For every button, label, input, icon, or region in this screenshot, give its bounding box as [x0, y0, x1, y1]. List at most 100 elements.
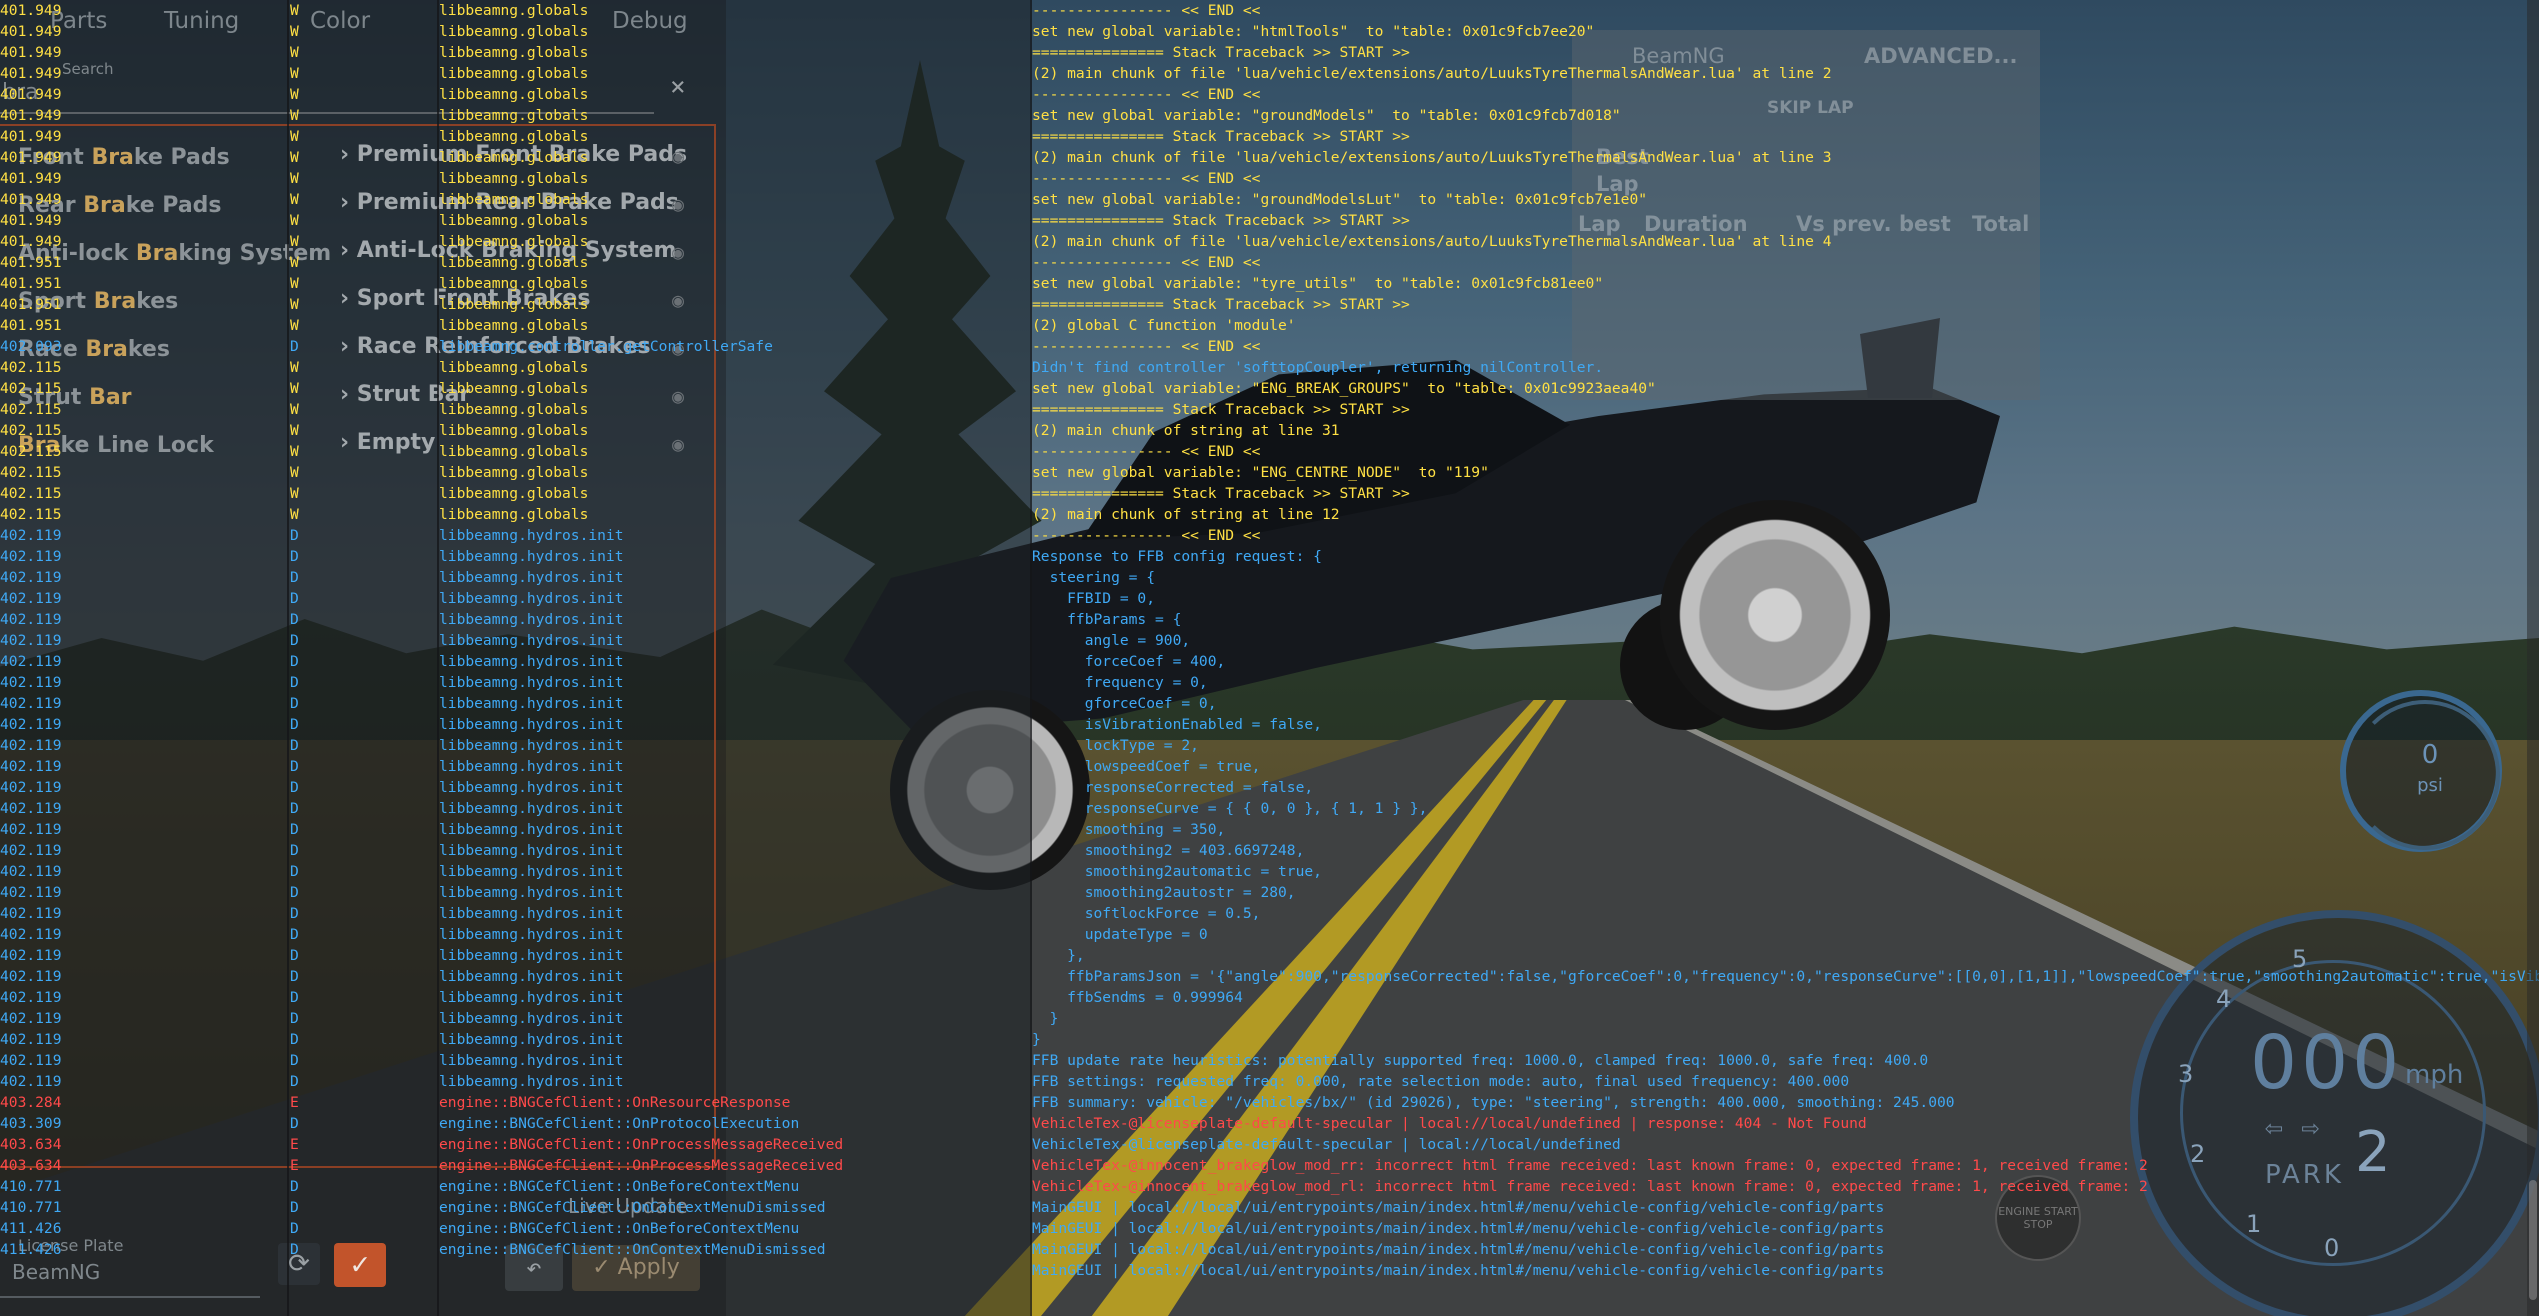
log-message[interactable]: =============== Stack Traceback >> START… — [1032, 294, 1410, 315]
log-timestamp: 401.949 — [0, 128, 62, 145]
log-row[interactable]: 402.119 Dlibbeamng.hydros.init — [0, 672, 2539, 693]
log-message[interactable]: responseCurve = { { 0, 0 }, { 1, 1 } }, — [1032, 798, 1428, 819]
log-row[interactable]: 402.119 Dlibbeamng.hydros.init — [0, 735, 2539, 756]
log-message[interactable]: responseCorrected = false, — [1032, 777, 1313, 798]
log-message[interactable]: (2) main chunk of file 'lua/vehicle/exte… — [1032, 63, 1832, 84]
log-message[interactable]: smoothing2 = 403.6697248, — [1032, 840, 1305, 861]
log-message[interactable]: VehicleTex-@innocent_brakeglow_mod_rr: i… — [1032, 1155, 2148, 1176]
log-message[interactable]: set new global variable: "groundModelsLu… — [1032, 189, 1647, 210]
log-message[interactable]: smoothing2automatic = true, — [1032, 861, 1322, 882]
log-message[interactable]: forceCoef = 400, — [1032, 651, 1226, 672]
log-message[interactable]: set new global variable: "htmlTools" to … — [1032, 21, 1594, 42]
log-message[interactable]: ---------------- << END << — [1032, 336, 1260, 357]
log-row[interactable]: 402.119 Dlibbeamng.hydros.init — [0, 1008, 2539, 1029]
log-message[interactable]: steering = { — [1032, 567, 1155, 588]
log-row[interactable]: 402.115 Wlibbeamng.globals — [0, 441, 2539, 462]
log-message[interactable]: set new global variable: "groundModels" … — [1032, 105, 1621, 126]
log-row[interactable]: 402.119 Dlibbeamng.hydros.init — [0, 1029, 2539, 1050]
log-level: D — [290, 968, 299, 985]
log-message[interactable]: =============== Stack Traceback >> START… — [1032, 399, 1410, 420]
log-message[interactable]: (2) main chunk of file 'lua/vehicle/exte… — [1032, 231, 1832, 252]
log-message[interactable]: FFB summary: vehicle: "/vehicles/bx/" (i… — [1032, 1092, 1955, 1113]
log-origin: libbeamng.globals — [439, 380, 589, 397]
log-message[interactable]: angle = 900, — [1032, 630, 1190, 651]
log-message[interactable]: lockType = 2, — [1032, 735, 1199, 756]
log-message[interactable]: (2) main chunk of string at line 12 — [1032, 504, 1340, 525]
log-message[interactable]: =============== Stack Traceback >> START… — [1032, 42, 1410, 63]
log-row[interactable]: 402.093 Dlibbeamng.controller.getControll… — [0, 336, 2539, 357]
log-message[interactable]: ---------------- << END << — [1032, 441, 1260, 462]
log-origin: libbeamng.hydros.init — [439, 926, 624, 943]
log-message[interactable]: ---------------- << END << — [1032, 84, 1260, 105]
log-row[interactable]: 401.949 Wlibbeamng.globals — [0, 84, 2539, 105]
log-message[interactable]: Response to FFB config request: { — [1032, 546, 1322, 567]
log-row[interactable]: 401.951 Wlibbeamng.globals — [0, 252, 2539, 273]
log-message[interactable]: MainGEUI | local://local/ui/entrypoints/… — [1032, 1239, 1884, 1260]
log-row[interactable]: 402.119 Dlibbeamng.hydros.init — [0, 525, 2539, 546]
log-level: D — [290, 653, 299, 670]
log-message[interactable]: ffbParams = { — [1032, 609, 1181, 630]
log-message[interactable]: ffbSendms = 0.999964 — [1032, 987, 1243, 1008]
log-message[interactable]: (2) main chunk of string at line 31 — [1032, 420, 1340, 441]
log-message[interactable]: ---------------- << END << — [1032, 0, 1260, 21]
log-row[interactable]: 402.119 Dlibbeamng.hydros.init — [0, 630, 2539, 651]
log-message[interactable]: smoothing2autostr = 280, — [1032, 882, 1296, 903]
log-message[interactable]: set new global variable: "ENG_CENTRE_NOD… — [1032, 462, 1489, 483]
log-message[interactable]: updateType = 0 — [1032, 924, 1208, 945]
log-message[interactable]: }, — [1032, 945, 1085, 966]
log-message[interactable]: =============== Stack Traceback >> START… — [1032, 483, 1410, 504]
log-message[interactable]: set new global variable: "tyre_utils" to… — [1032, 273, 1603, 294]
log-message[interactable]: lowspeedCoef = true, — [1032, 756, 1261, 777]
log-message[interactable]: set new global variable: "ENG_BREAK_GROU… — [1032, 378, 1656, 399]
log-message[interactable]: softlockForce = 0.5, — [1032, 903, 1261, 924]
log-message[interactable]: ---------------- << END << — [1032, 168, 1260, 189]
log-row[interactable]: 402.119 Dlibbeamng.hydros.init — [0, 903, 2539, 924]
log-level: D — [290, 527, 299, 544]
log-row[interactable]: 402.119 Dlibbeamng.hydros.init — [0, 588, 2539, 609]
log-message[interactable]: VehicleTex-@licenseplate-default-specula… — [1032, 1134, 1621, 1155]
log-row[interactable]: 402.119 Dlibbeamng.hydros.init — [0, 693, 2539, 714]
log-message[interactable]: VehicleTex-@innocent_brakeglow_mod_rl: i… — [1032, 1176, 2148, 1197]
log-row[interactable]: 402.119 Dlibbeamng.hydros.init — [0, 609, 2539, 630]
log-message[interactable]: =============== Stack Traceback >> START… — [1032, 126, 1410, 147]
log-message[interactable]: FFBID = 0, — [1032, 588, 1155, 609]
log-message[interactable]: MainGEUI | local://local/ui/entrypoints/… — [1032, 1197, 1884, 1218]
log-message[interactable]: isVibrationEnabled = false, — [1032, 714, 1322, 735]
log-row[interactable]: 401.949 Wlibbeamng.globals — [0, 168, 2539, 189]
log-level: D — [290, 926, 299, 943]
log-row[interactable]: 401.949 Wlibbeamng.globals — [0, 0, 2539, 21]
console-log[interactable]: 401.949 Wlibbeamng.globals 401.949 Wlibbeam… — [0, 0, 2539, 1316]
log-origin: libbeamng.globals — [439, 107, 589, 124]
log-row[interactable]: 402.119 Dlibbeamng.hydros.init — [0, 987, 2539, 1008]
log-message[interactable]: frequency = 0, — [1032, 672, 1208, 693]
log-row[interactable]: 402.119 Dlibbeamng.hydros.init — [0, 567, 2539, 588]
log-message[interactable]: ---------------- << END << — [1032, 252, 1260, 273]
log-message[interactable]: VehicleTex-@licenseplate-default-specula… — [1032, 1113, 1867, 1134]
log-row[interactable]: 402.119 Dlibbeamng.hydros.init — [0, 945, 2539, 966]
log-timestamp: 402.115 — [0, 506, 62, 523]
log-message[interactable]: Didn't find controller 'softtopCoupler',… — [1032, 357, 1603, 378]
log-message[interactable]: } — [1032, 1008, 1059, 1029]
log-level: E — [290, 1094, 299, 1111]
log-row[interactable]: 402.119 Dlibbeamng.hydros.init — [0, 924, 2539, 945]
log-message[interactable]: ffbParamsJson = '{"angle":900,"responseC… — [1032, 966, 2539, 987]
log-level: D — [290, 989, 299, 1006]
log-message[interactable]: smoothing = 350, — [1032, 819, 1226, 840]
log-message[interactable]: } — [1032, 1029, 1041, 1050]
log-message[interactable]: MainGEUI | local://local/ui/entrypoints/… — [1032, 1260, 1884, 1281]
log-message[interactable]: FFB settings: requested freq: 0.000, rat… — [1032, 1071, 1849, 1092]
log-message[interactable]: gforceCoef = 0, — [1032, 693, 1217, 714]
log-row[interactable]: 402.119 Dlibbeamng.hydros.init — [0, 756, 2539, 777]
log-message[interactable]: FFB update rate heuristics: potentially … — [1032, 1050, 1928, 1071]
console-scroll-thumb[interactable] — [2529, 1180, 2537, 1300]
log-message[interactable]: ---------------- << END << — [1032, 525, 1260, 546]
log-timestamp: 401.951 — [0, 296, 62, 313]
console-scrollbar[interactable] — [2527, 0, 2539, 1316]
log-row[interactable]: 402.119 Dlibbeamng.hydros.init — [0, 819, 2539, 840]
log-message[interactable]: (2) main chunk of file 'lua/vehicle/exte… — [1032, 147, 1832, 168]
log-message[interactable]: (2) global C function 'module' — [1032, 315, 1296, 336]
log-origin: libbeamng.hydros.init — [439, 842, 624, 859]
log-row[interactable]: 402.119 Dlibbeamng.hydros.init — [0, 651, 2539, 672]
log-message[interactable]: =============== Stack Traceback >> START… — [1032, 210, 1410, 231]
log-message[interactable]: MainGEUI | local://local/ui/entrypoints/… — [1032, 1218, 1884, 1239]
